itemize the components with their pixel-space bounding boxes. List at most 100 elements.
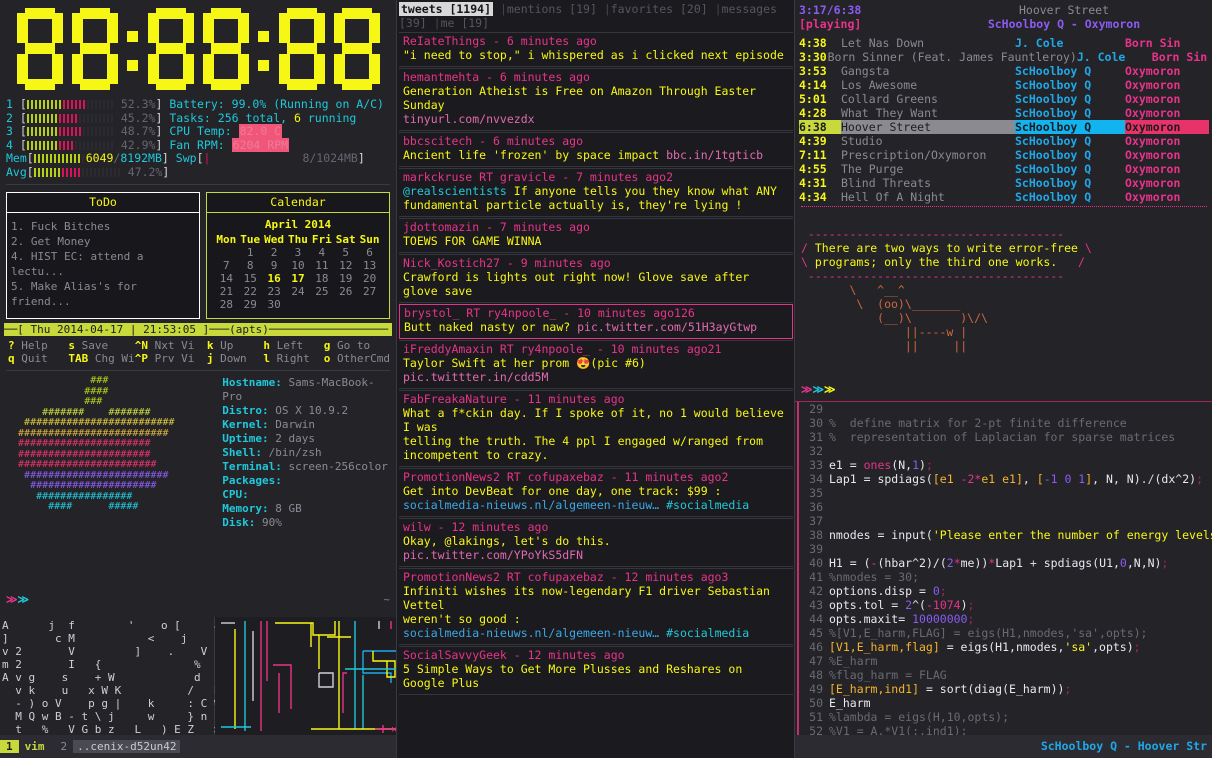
code-line[interactable]: 50 E_harm bbox=[801, 696, 1212, 710]
twitter-tab[interactable]: me [19] bbox=[441, 16, 489, 30]
calendar-day[interactable]: 27 bbox=[358, 285, 382, 298]
clock-colon bbox=[126, 8, 139, 90]
calendar-day[interactable]: 19 bbox=[334, 272, 358, 285]
code-line[interactable]: 49 [E_harm,ind1] = sort(diag(E_harm)); bbox=[801, 682, 1212, 696]
twitter-tab[interactable]: favorites [20] bbox=[611, 2, 708, 16]
tweet-item[interactable]: wilw - 12 minutes ago Okay, @lakings, let… bbox=[399, 518, 793, 567]
calendar-day[interactable] bbox=[358, 298, 382, 311]
code-line[interactable]: 29 bbox=[801, 402, 1212, 416]
tweet-item[interactable]: jdottomazin - 7 minutes ago TOEWS FOR GAM… bbox=[399, 218, 793, 253]
calendar-day[interactable]: 17 bbox=[286, 272, 310, 285]
calendar-day[interactable]: 23 bbox=[262, 285, 286, 298]
calendar-day[interactable]: 2 bbox=[262, 246, 286, 259]
calendar-day[interactable] bbox=[286, 298, 310, 311]
tweet-item[interactable]: hemantmehta - 6 minutes ago Generation At… bbox=[399, 68, 793, 131]
vim-editor[interactable]: 29 30 % define matrix for 2-pt finite diff… bbox=[797, 402, 1212, 758]
mpd-track-row[interactable]: 5:01 Collard Greens ScHoolboy Q Oxymoron bbox=[799, 92, 1209, 106]
code-line[interactable]: 44 opts.maxit= 10000000; bbox=[801, 612, 1212, 626]
mpd-track-row[interactable]: 3:30 Born Sinner (Feat. James Fauntleroy)… bbox=[799, 50, 1209, 64]
code-line[interactable]: 51 %lambda = eigs(H,10,opts); bbox=[801, 710, 1212, 724]
calendar-day[interactable]: 11 bbox=[310, 259, 334, 272]
twitter-tab[interactable]: tweets [1194] bbox=[399, 2, 494, 16]
mpd-track-row[interactable]: 4:31 Blind Threats ScHoolboy Q Oxymoron bbox=[799, 176, 1209, 190]
calendar-day[interactable]: 21 bbox=[214, 285, 238, 298]
tweet-item[interactable]: bbcscitech - 6 minutes ago Ancient life '… bbox=[399, 132, 793, 167]
code-line[interactable]: 39 bbox=[801, 542, 1212, 556]
calendar-day[interactable]: 15 bbox=[238, 272, 262, 285]
tweet-item[interactable]: SocialSavvyGeek - 12 minutes ago 5 Simple… bbox=[399, 646, 793, 695]
calendar-day[interactable]: 10 bbox=[286, 259, 310, 272]
code-line[interactable]: 32 bbox=[801, 444, 1212, 458]
mpd-track-row[interactable]: 4:38 Let Nas Down J. Cole Born Sin bbox=[799, 36, 1209, 50]
code-line[interactable]: 43 opts.tol = 2^(-1074); bbox=[801, 598, 1212, 612]
twitter-tab[interactable]: mentions [19] bbox=[507, 2, 597, 16]
shell-prompt-right[interactable]: ≫≫≫ bbox=[795, 381, 1212, 398]
tweet-item[interactable]: brystol_ RT ry4npoole_ - 10 minutes ago1… bbox=[399, 304, 793, 339]
code-line[interactable]: 45 %[V1,E_harm,FLAG] = eigs(H1,nmodes,'sa… bbox=[801, 626, 1212, 640]
mpd-track-row[interactable]: 4:39 Studio ScHoolboy Q Oxymoron bbox=[799, 134, 1209, 148]
shell-prompt-left[interactable]: ≫≫ ~ bbox=[0, 593, 396, 606]
code-line[interactable]: 33 e1 = ones(N,1); bbox=[801, 458, 1212, 472]
code-line[interactable]: 31 % representation of Laplacian for spar… bbox=[801, 430, 1212, 444]
calendar-day[interactable]: 28 bbox=[214, 298, 238, 311]
todo-item[interactable]: 4. HIST EC: attend a lectu... bbox=[11, 249, 195, 279]
tweet-item[interactable]: iFreddyAmaxin RT ry4npoole_ - 10 minutes… bbox=[399, 340, 793, 389]
calendar-day[interactable]: 9 bbox=[262, 259, 286, 272]
mpd-track-row[interactable]: 3:53 Gangsta ScHoolboy Q Oxymoron bbox=[799, 64, 1209, 78]
code-line[interactable]: 48 %flag_harm = FLAG bbox=[801, 668, 1212, 682]
calendar-day[interactable]: 14 bbox=[214, 272, 238, 285]
calendar-day[interactable]: 24 bbox=[286, 285, 310, 298]
tweet-item[interactable]: PromotionNews2 RT cofupaxebaz - 12 minut… bbox=[399, 568, 793, 645]
code-line[interactable]: 38 nmodes = input('Please enter the numbe… bbox=[801, 528, 1212, 542]
calendar-day[interactable]: 3 bbox=[286, 246, 310, 259]
code-line[interactable]: 46 [V1,E_harm,flag] = eigs(H1,nmodes,'sa'… bbox=[801, 640, 1212, 654]
code-line[interactable]: 36 bbox=[801, 500, 1212, 514]
calendar-day[interactable]: 22 bbox=[238, 285, 262, 298]
calendar-day[interactable]: 12 bbox=[334, 259, 358, 272]
calendar-day[interactable]: 13 bbox=[358, 259, 382, 272]
mpd-track-row[interactable]: 4:28 What They Want ScHoolboy Q Oxymoron bbox=[799, 106, 1209, 120]
tweet-item[interactable]: ReIateThings - 6 minutes ago "i need to s… bbox=[399, 32, 793, 67]
mpd-track-row[interactable]: 6:38 Hoover Street ScHoolboy Q Oxymoron bbox=[799, 120, 1209, 134]
tmux-statusbar[interactable]: 1 vim 2 ..cenix-d52un42 bbox=[0, 735, 396, 758]
mpd-track-row[interactable]: 4:14 Los Awesome ScHoolboy Q Oxymoron bbox=[799, 78, 1209, 92]
mpd-track-row[interactable]: 4:34 Hell Of A Night ScHoolboy Q Oxymoron bbox=[799, 190, 1209, 204]
code-line[interactable]: 41 %nmodes = 30; bbox=[801, 570, 1212, 584]
todo-item[interactable]: 2. Get Money bbox=[11, 234, 195, 249]
calendar-day[interactable] bbox=[310, 298, 334, 311]
tweet-item[interactable]: markckruse RT gravicle - 7 minutes ago2 @… bbox=[399, 168, 793, 217]
calendar-day[interactable]: 29 bbox=[238, 298, 262, 311]
tweet-item[interactable]: FabFreakaNature - 11 minutes ago What a f… bbox=[399, 390, 793, 467]
calendar-day[interactable]: 7 bbox=[214, 259, 238, 272]
code-line[interactable]: 34 Lap1 = spdiags([e1 -2*e1 e1], [-1 0 1]… bbox=[801, 472, 1212, 486]
calendar-day[interactable]: 18 bbox=[310, 272, 334, 285]
calendar-day[interactable]: 20 bbox=[358, 272, 382, 285]
todo-item[interactable]: 1. Fuck Bitches bbox=[11, 219, 195, 234]
code-line[interactable]: 30 % define matrix for 2-pt finite differ… bbox=[801, 416, 1212, 430]
calendar-day[interactable]: 30 bbox=[262, 298, 286, 311]
code-line[interactable]: 40 H1 = (-(hbar^2)/(2*me))*Lap1 + spdiags… bbox=[801, 556, 1212, 570]
tmux-window-name[interactable]: vim bbox=[19, 740, 55, 753]
calendar-day[interactable]: 25 bbox=[310, 285, 334, 298]
calendar-day[interactable] bbox=[334, 298, 358, 311]
calendar-day[interactable]: 8 bbox=[238, 259, 262, 272]
todo-item[interactable]: 5. Make Alias's for friend... bbox=[11, 279, 195, 309]
mpd-track-row[interactable]: 4:55 The Purge ScHoolboy Q Oxymoron bbox=[799, 162, 1209, 176]
mpd-track-row[interactable]: 7:11 Prescription/Oxymoron ScHoolboy Q Oxym… bbox=[799, 148, 1209, 162]
tweet-item[interactable]: PromotionNews2 RT cofupaxebaz - 11 minut… bbox=[399, 468, 793, 517]
tmux-window-2[interactable]: 2 bbox=[55, 740, 74, 753]
code-line[interactable]: 47 %E_harm bbox=[801, 654, 1212, 668]
mpd-playlist[interactable]: 4:38 Let Nas Down J. Cole Born Sin 3:30 Born … bbox=[799, 36, 1209, 204]
calendar-day[interactable]: 5 bbox=[334, 246, 358, 259]
tmux-window-active[interactable]: 1 bbox=[0, 740, 19, 753]
calendar-day[interactable]: 26 bbox=[334, 285, 358, 298]
calendar-day[interactable]: 16 bbox=[262, 272, 286, 285]
code-line[interactable]: 35 bbox=[801, 486, 1212, 500]
tweet-item[interactable]: Nick_Kostich27 - 9 minutes ago Crawford i… bbox=[399, 254, 793, 303]
calendar-day[interactable]: 4 bbox=[310, 246, 334, 259]
code-line[interactable]: 42 options.disp = 0; bbox=[801, 584, 1212, 598]
calendar-day[interactable] bbox=[214, 246, 238, 259]
calendar-day[interactable]: 6 bbox=[358, 246, 382, 259]
calendar-day[interactable]: 1 bbox=[238, 246, 262, 259]
code-line[interactable]: 37 bbox=[801, 514, 1212, 528]
